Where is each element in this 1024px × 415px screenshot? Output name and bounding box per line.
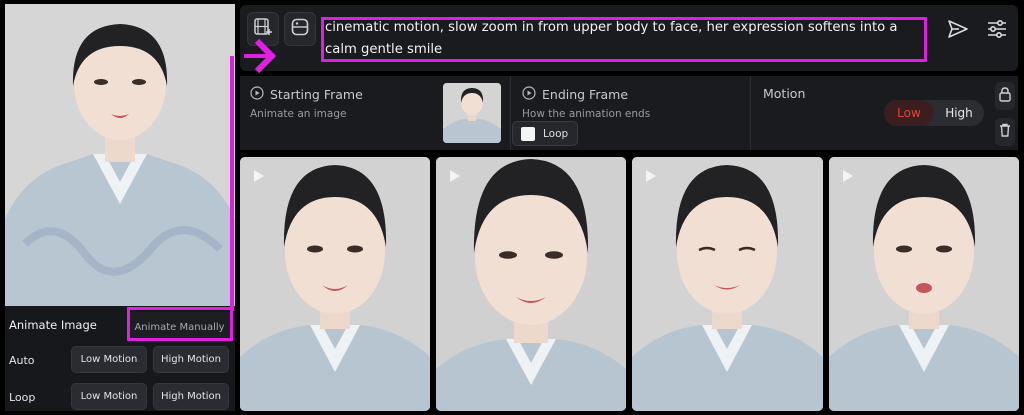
starting-frame-thumbnail[interactable]	[443, 83, 501, 143]
trash-icon	[998, 122, 1012, 142]
motion-toggle[interactable]: Low High	[884, 100, 984, 126]
video-tile[interactable]	[829, 157, 1019, 411]
prompt-bar: cinematic motion, slow zoom in from uppe…	[240, 5, 1018, 71]
starting-frame-subtitle: Animate an image	[250, 108, 347, 120]
video-tile[interactable]	[436, 157, 626, 411]
play-icon[interactable]	[645, 169, 657, 183]
arrow-right-icon	[244, 38, 277, 74]
play-icon[interactable]	[842, 169, 854, 183]
checkbox-box[interactable]	[521, 126, 535, 141]
auto-row: Auto Low Motion High Motion	[5, 345, 235, 375]
loop-low-motion-button[interactable]: Low Motion	[71, 383, 147, 410]
play-circle-icon	[522, 86, 536, 103]
animate-image-row: Animate Image Animate Manually	[5, 310, 235, 342]
play-circle-icon	[250, 86, 264, 103]
loop-row: Loop Low Motion High Motion	[5, 382, 235, 411]
lock-icon	[998, 86, 1012, 106]
play-icon[interactable]	[449, 169, 461, 183]
motion-low-option[interactable]: Low	[884, 100, 934, 126]
play-icon[interactable]	[253, 169, 265, 183]
frames-bar: Starting Frame Animate an image Ending F…	[240, 76, 1018, 150]
loop-checkbox[interactable]: Loop	[512, 121, 578, 146]
image-frame-button[interactable]	[284, 12, 316, 46]
auto-label: Auto	[9, 353, 35, 367]
motion-title: Motion	[763, 86, 806, 101]
ending-frame-subtitle: How the animation ends	[522, 108, 651, 120]
motion-high-option[interactable]: High	[934, 100, 984, 126]
source-image	[5, 4, 235, 306]
starting-frame-title: Starting Frame	[270, 87, 363, 102]
left-panel: Animate Image Animate Manually Auto Low …	[5, 4, 235, 411]
animate-image-title: Animate Image	[9, 318, 97, 332]
delete-button[interactable]	[995, 118, 1015, 146]
auto-low-motion-button[interactable]: Low Motion	[71, 346, 147, 373]
loop-high-motion-button[interactable]: High Motion	[153, 383, 229, 410]
starting-frame-section[interactable]: Starting Frame Animate an image	[240, 76, 510, 150]
image-frame-icon	[290, 17, 310, 41]
video-tile[interactable]	[632, 157, 823, 411]
highlight-connector	[230, 56, 234, 311]
lock-button[interactable]	[995, 82, 1015, 110]
animate-manually-button[interactable]: Animate Manually	[128, 312, 231, 342]
loop-label: Loop	[9, 390, 36, 404]
ending-frame-title: Ending Frame	[542, 87, 629, 102]
video-tile[interactable]	[240, 157, 430, 411]
send-icon[interactable]	[946, 17, 970, 41]
auto-high-motion-button[interactable]: High Motion	[153, 346, 229, 373]
prompt-input[interactable]: cinematic motion, slow zoom in from uppe…	[325, 17, 923, 61]
loop-checkbox-label: Loop	[543, 127, 569, 140]
sliders-icon[interactable]	[985, 17, 1009, 41]
